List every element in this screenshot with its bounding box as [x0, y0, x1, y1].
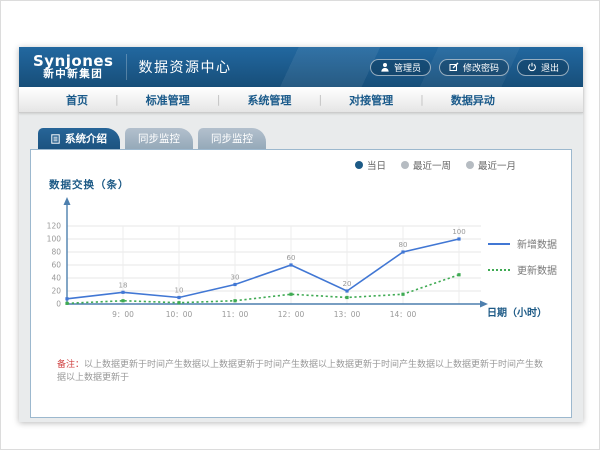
power-icon: [527, 62, 537, 72]
svg-text:80: 80: [399, 241, 408, 249]
radio-today-label: 当日: [367, 158, 386, 172]
tab-label: 同步监控: [138, 131, 180, 146]
svg-text:20: 20: [51, 287, 61, 296]
radio-today[interactable]: 当日: [355, 158, 386, 172]
edit-icon: [449, 62, 459, 72]
header-bar: Synjones 新中新集团 数据资源中心 管理员 修改密码: [19, 47, 583, 87]
radio-dot-icon: [466, 161, 474, 169]
nav-item-interface-mgmt[interactable]: 对接管理: [322, 92, 420, 108]
solid-line-swatch-icon: [488, 243, 510, 245]
footnote: 备注：以上数据更新于时间产生数据以上数据更新于时间产生数据以上数据更新于时间产生…: [57, 359, 551, 384]
chart-panel: 当日 最近一周 最近一月 数据交换（条） 0 20 40 60 80 100 120 9：00…: [30, 149, 572, 418]
svg-text:14：00: 14：00: [390, 310, 417, 319]
time-range-filter: 当日 最近一周 最近一月: [355, 158, 516, 172]
brand-logo-en: Synjones: [33, 53, 114, 70]
brand-logo-cn: 新中新集团: [33, 69, 114, 81]
svg-text:13：00: 13：00: [334, 310, 361, 319]
svg-text:100: 100: [452, 228, 465, 236]
radio-last-month[interactable]: 最近一月: [466, 158, 516, 172]
change-password-button[interactable]: 修改密码: [439, 59, 509, 76]
header-divider: [126, 54, 127, 80]
main-nav: 首页 | 标准管理 | 系统管理 | 对接管理 | 数据异动: [19, 87, 583, 113]
page-title: 数据资源中心: [139, 57, 232, 77]
header-actions: 管理员 修改密码 退出: [370, 59, 569, 76]
page-container: Synjones 新中新集团 数据资源中心 管理员 修改密码: [19, 47, 583, 422]
footnote-text: 以上数据更新于时间产生数据以上数据更新于时间产生数据以上数据更新于时间产生数据以…: [57, 360, 543, 383]
svg-text:30: 30: [231, 274, 240, 282]
nav-item-system-mgmt[interactable]: 系统管理: [220, 92, 318, 108]
svg-text:9：00: 9：00: [112, 310, 134, 319]
tab-sync-monitor-2[interactable]: 同步监控: [198, 128, 266, 149]
svg-text:10：00: 10：00: [166, 310, 193, 319]
chart-legend: 新增数据 更新数据: [488, 236, 557, 288]
tab-label: 系统介绍: [65, 131, 107, 146]
svg-text:80: 80: [51, 248, 61, 257]
admin-user-button[interactable]: 管理员: [370, 59, 431, 76]
nav-item-standard-mgmt[interactable]: 标准管理: [119, 92, 217, 108]
nav-item-data-change[interactable]: 数据异动: [424, 92, 522, 108]
app-window: Synjones 新中新集团 数据资源中心 管理员 修改密码: [0, 0, 600, 450]
svg-text:60: 60: [287, 254, 296, 262]
svg-text:10: 10: [175, 287, 184, 295]
svg-text:60: 60: [51, 261, 61, 270]
document-icon: [51, 134, 60, 144]
change-password-label: 修改密码: [463, 61, 499, 74]
legend-update-data-label: 更新数据: [517, 262, 557, 277]
admin-user-label: 管理员: [394, 61, 421, 74]
y-axis-title: 数据交换（条）: [49, 177, 130, 192]
svg-text:日期（小时）: 日期（小时）: [487, 306, 547, 319]
brand-logo[interactable]: Synjones 新中新集团: [33, 53, 114, 81]
svg-text:18: 18: [119, 281, 128, 289]
nav-item-home[interactable]: 首页: [39, 92, 115, 108]
tab-system-intro[interactable]: 系统介绍: [38, 128, 120, 149]
line-chart: 0 20 40 60 80 100 120 9：00 10：00 11：00 12：00 13：00 1…: [39, 192, 549, 342]
legend-new-data-label: 新增数据: [517, 236, 557, 251]
legend-item-update-data[interactable]: 更新数据: [488, 262, 557, 277]
radio-last-week[interactable]: 最近一周: [401, 158, 451, 172]
page-body: 系统介绍 同步监控 同步监控 当日 最近一周: [19, 113, 583, 422]
logout-label: 退出: [541, 61, 559, 74]
user-icon: [380, 62, 390, 72]
radio-dot-icon: [401, 161, 409, 169]
tab-label: 同步监控: [211, 131, 253, 146]
svg-text:12：00: 12：00: [278, 310, 305, 319]
logout-button[interactable]: 退出: [517, 59, 569, 76]
tab-bar: 系统介绍 同步监控 同步监控: [38, 128, 572, 149]
footnote-prefix: 备注：: [57, 360, 84, 370]
dotted-line-swatch-icon: [488, 269, 510, 271]
svg-text:20: 20: [343, 280, 352, 288]
tab-sync-monitor-1[interactable]: 同步监控: [125, 128, 193, 149]
svg-text:40: 40: [51, 274, 61, 283]
legend-item-new-data[interactable]: 新增数据: [488, 236, 557, 251]
radio-dot-icon: [355, 161, 363, 169]
svg-text:11：00: 11：00: [222, 310, 249, 319]
radio-last-week-label: 最近一周: [413, 158, 451, 172]
svg-text:120: 120: [47, 222, 62, 231]
svg-text:0: 0: [56, 300, 61, 309]
radio-last-month-label: 最近一月: [478, 158, 516, 172]
svg-text:100: 100: [47, 235, 62, 244]
